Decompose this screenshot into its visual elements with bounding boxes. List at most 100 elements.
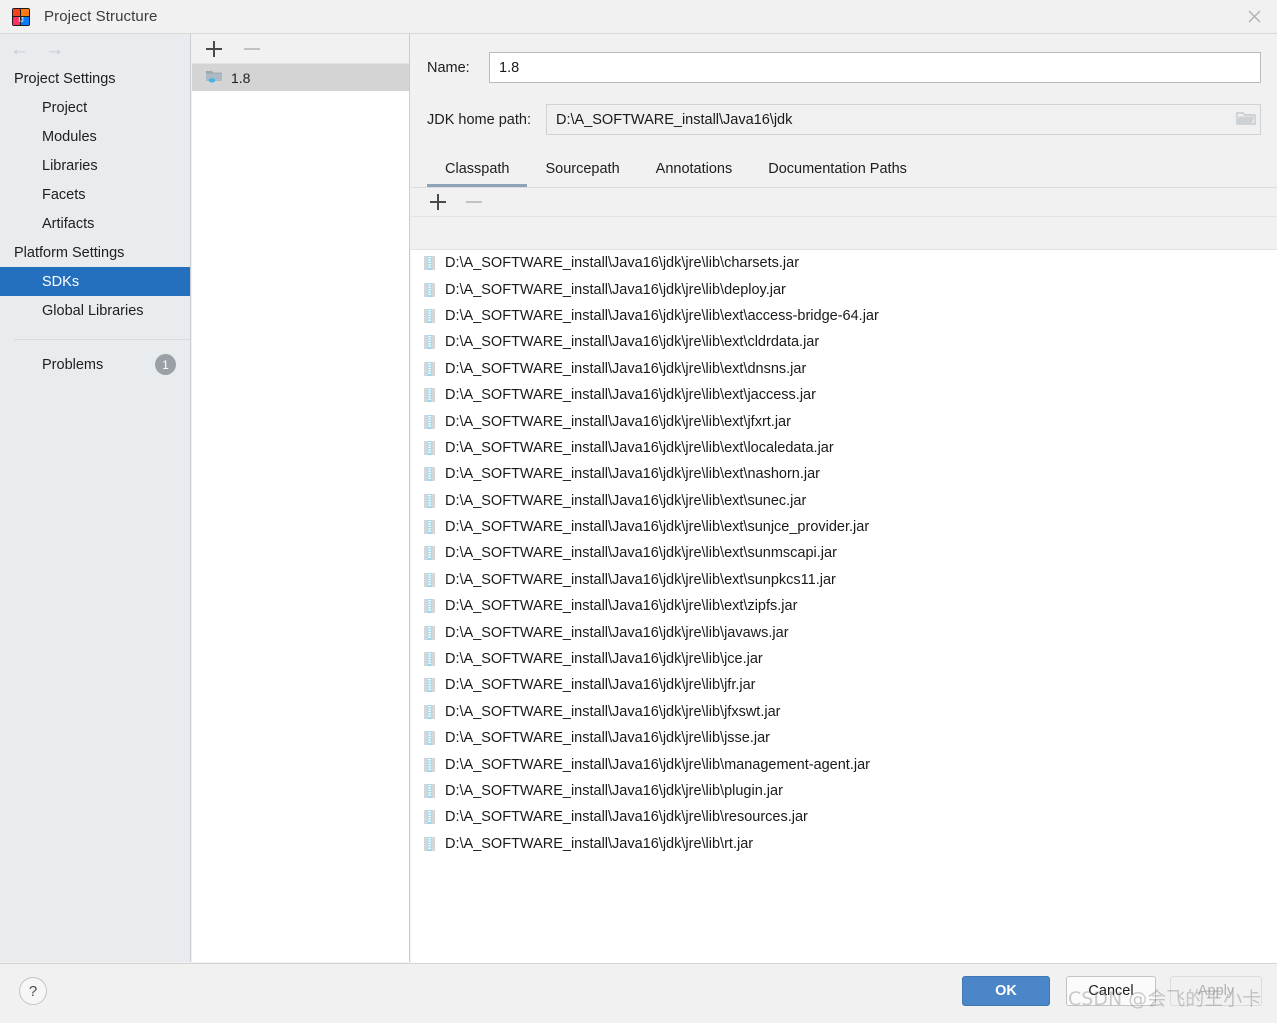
- classpath-row[interactable]: D:\A_SOFTWARE_install\Java16\jdk\jre\lib…: [411, 804, 1277, 830]
- classpath-row-label: D:\A_SOFTWARE_install\Java16\jdk\jre\lib…: [445, 439, 834, 456]
- tab-sourcepath[interactable]: Sourcepath: [527, 161, 637, 188]
- classpath-row-label: D:\A_SOFTWARE_install\Java16\jdk\jre\lib…: [445, 360, 807, 377]
- classpath-row[interactable]: D:\A_SOFTWARE_install\Java16\jdk\jre\lib…: [411, 488, 1277, 514]
- plus-icon[interactable]: [430, 194, 446, 210]
- name-label: Name:: [427, 59, 470, 76]
- ok-button[interactable]: OK: [962, 976, 1050, 1006]
- sidebar-item-libraries[interactable]: Libraries: [0, 151, 190, 180]
- jdk-home-path-label: JDK home path:: [427, 111, 531, 128]
- classpath-row-label: D:\A_SOFTWARE_install\Java16\jdk\jre\lib…: [445, 598, 798, 615]
- classpath-row-label: D:\A_SOFTWARE_install\Java16\jdk\jre\lib…: [445, 413, 791, 430]
- classpath-row[interactable]: D:\A_SOFTWARE_install\Java16\jdk\jre\lib…: [411, 646, 1277, 672]
- classpath-row[interactable]: D:\A_SOFTWARE_install\Java16\jdk\jre\lib…: [411, 699, 1277, 725]
- sdk-list-panel: 1.8: [192, 34, 410, 962]
- jdk-folder-icon: [206, 69, 222, 86]
- classpath-row[interactable]: D:\A_SOFTWARE_install\Java16\jdk\jre\lib…: [411, 276, 1277, 302]
- sdk-list-item-1-8[interactable]: 1.8: [192, 64, 409, 91]
- tab-classpath[interactable]: Classpath: [427, 161, 528, 187]
- jar-archive-icon: [424, 256, 435, 271]
- classpath-row-label: D:\A_SOFTWARE_install\Java16\jdk\jre\lib…: [445, 571, 836, 588]
- sidebar-item-artifacts[interactable]: Artifacts: [0, 209, 190, 238]
- name-input-value: 1.8: [499, 59, 520, 76]
- tab-annotations[interactable]: Annotations: [638, 161, 751, 188]
- jdk-home-path-input[interactable]: D:\A_SOFTWARE_install\Java16\jdk: [546, 104, 1261, 135]
- classpath-row[interactable]: D:\A_SOFTWARE_install\Java16\jdk\jre\lib…: [411, 567, 1277, 593]
- classpath-row[interactable]: D:\A_SOFTWARE_install\Java16\jdk\jre\lib…: [411, 725, 1277, 751]
- classpath-row-label: D:\A_SOFTWARE_install\Java16\jdk\jre\lib…: [445, 756, 870, 773]
- jdk-home-path-value: D:\A_SOFTWARE_install\Java16\jdk: [556, 111, 793, 128]
- classpath-row-label: D:\A_SOFTWARE_install\Java16\jdk\jre\lib…: [445, 783, 783, 799]
- jar-archive-icon: [424, 704, 435, 719]
- tab-documentation-paths[interactable]: Documentation Paths: [750, 161, 925, 188]
- classpath-row[interactable]: D:\A_SOFTWARE_install\Java16\jdk\jre\lib…: [411, 831, 1277, 857]
- title-bar: IJ Project Structure: [0, 0, 1277, 34]
- classpath-row-label: D:\A_SOFTWARE_install\Java16\jdk\jre\lib…: [445, 809, 808, 826]
- sidebar-item-sdks[interactable]: SDKs: [0, 267, 190, 296]
- classpath-row-label: D:\A_SOFTWARE_install\Java16\jdk\jre\lib…: [445, 677, 756, 694]
- classpath-row[interactable]: D:\A_SOFTWARE_install\Java16\jdk\jre\lib…: [411, 435, 1277, 461]
- classpath-row[interactable]: D:\A_SOFTWARE_install\Java16\jdk\jre\lib…: [411, 382, 1277, 408]
- classpath-row-label: D:\A_SOFTWARE_install\Java16\jdk\jre\lib…: [445, 492, 807, 509]
- classpath-list[interactable]: D:\A_SOFTWARE_install\Java16\jdk\jre\lib…: [411, 249, 1277, 996]
- classpath-row[interactable]: D:\A_SOFTWARE_install\Java16\jdk\jre\lib…: [411, 461, 1277, 487]
- sidebar-group-project-settings: Project Settings: [14, 70, 116, 87]
- classpath-row-label: D:\A_SOFTWARE_install\Java16\jdk\jre\lib…: [445, 624, 789, 641]
- plus-icon[interactable]: [206, 40, 222, 57]
- folder-browse-icon[interactable]: [1236, 110, 1256, 130]
- minus-icon: [244, 41, 260, 57]
- classpath-row[interactable]: D:\A_SOFTWARE_install\Java16\jdk\jre\lib…: [411, 408, 1277, 434]
- arrow-right-icon[interactable]: →: [45, 40, 64, 59]
- classpath-row[interactable]: D:\A_SOFTWARE_install\Java16\jdk\jre\lib…: [411, 303, 1277, 329]
- classpath-row-label: D:\A_SOFTWARE_install\Java16\jdk\jre\lib…: [445, 545, 837, 562]
- classpath-row[interactable]: D:\A_SOFTWARE_install\Java16\jdk\jre\lib…: [411, 672, 1277, 698]
- classpath-row[interactable]: D:\A_SOFTWARE_install\Java16\jdk\jre\lib…: [411, 250, 1277, 276]
- classpath-row-label: D:\A_SOFTWARE_install\Java16\jdk\jre\lib…: [445, 730, 771, 747]
- jar-archive-icon: [424, 836, 435, 851]
- classpath-row[interactable]: D:\A_SOFTWARE_install\Java16\jdk\jre\lib…: [411, 778, 1277, 804]
- close-icon[interactable]: [1231, 0, 1277, 33]
- settings-sidebar: ← → Project Settings Project Modules Lib…: [0, 34, 191, 962]
- jar-archive-icon: [424, 282, 435, 297]
- sidebar-item-facets[interactable]: Facets: [0, 180, 190, 209]
- sidebar-item-problems[interactable]: Problems 1: [0, 350, 190, 379]
- sidebar-item-project[interactable]: Project: [0, 93, 190, 122]
- minus-icon: [466, 194, 482, 210]
- classpath-row[interactable]: D:\A_SOFTWARE_install\Java16\jdk\jre\lib…: [411, 751, 1277, 777]
- sdk-detail-panel: Name: 1.8 JDK home path: D:\A_SOFTWARE_i…: [411, 34, 1277, 996]
- arrow-left-icon[interactable]: ←: [10, 40, 29, 59]
- jar-archive-icon: [424, 335, 435, 350]
- intellij-idea-logo-icon: IJ: [12, 7, 30, 26]
- jar-archive-icon: [424, 572, 435, 587]
- classpath-row[interactable]: D:\A_SOFTWARE_install\Java16\jdk\jre\lib…: [411, 593, 1277, 619]
- cancel-button[interactable]: Cancel: [1066, 976, 1156, 1006]
- classpath-row[interactable]: D:\A_SOFTWARE_install\Java16\jdk\jre\lib…: [411, 514, 1277, 540]
- jar-archive-icon: [424, 546, 435, 561]
- classpath-row-label: D:\A_SOFTWARE_install\Java16\jdk\jre\lib…: [445, 519, 870, 536]
- classpath-row-label: D:\A_SOFTWARE_install\Java16\jdk\jre\lib…: [445, 703, 781, 720]
- jar-archive-icon: [424, 388, 435, 403]
- sidebar-item-modules[interactable]: Modules: [0, 122, 190, 151]
- detail-tabs: Classpath Sourcepath Annotations Documen…: [411, 154, 1277, 188]
- sidebar-divider: [14, 339, 190, 340]
- classpath-row[interactable]: D:\A_SOFTWARE_install\Java16\jdk\jre\lib…: [411, 540, 1277, 566]
- classpath-row[interactable]: D:\A_SOFTWARE_install\Java16\jdk\jre\lib…: [411, 329, 1277, 355]
- jar-archive-icon: [424, 414, 435, 429]
- jar-archive-icon: [424, 599, 435, 614]
- svg-text:IJ: IJ: [18, 17, 23, 24]
- name-input[interactable]: 1.8: [489, 52, 1261, 83]
- sidebar-item-problems-label: Problems: [42, 356, 104, 373]
- window-title: Project Structure: [44, 8, 158, 25]
- classpath-row[interactable]: D:\A_SOFTWARE_install\Java16\jdk\jre\lib…: [411, 619, 1277, 645]
- jar-archive-icon: [424, 678, 435, 693]
- classpath-row[interactable]: D:\A_SOFTWARE_install\Java16\jdk\jre\lib…: [411, 356, 1277, 382]
- classpath-row-label: D:\A_SOFTWARE_install\Java16\jdk\jre\lib…: [445, 281, 786, 298]
- jar-archive-icon: [424, 361, 435, 376]
- jdk-home-path-row: JDK home path: D:\A_SOFTWARE_install\Jav…: [411, 104, 1277, 135]
- sidebar-group-platform-settings: Platform Settings: [14, 244, 125, 261]
- sidebar-item-global-libraries[interactable]: Global Libraries: [0, 296, 190, 325]
- jar-archive-icon: [424, 467, 435, 482]
- help-button[interactable]: ?: [19, 977, 47, 1005]
- jar-archive-icon: [424, 810, 435, 825]
- classpath-row-label: D:\A_SOFTWARE_install\Java16\jdk\jre\lib…: [445, 255, 800, 272]
- sdk-list-item-label: 1.8: [231, 69, 251, 86]
